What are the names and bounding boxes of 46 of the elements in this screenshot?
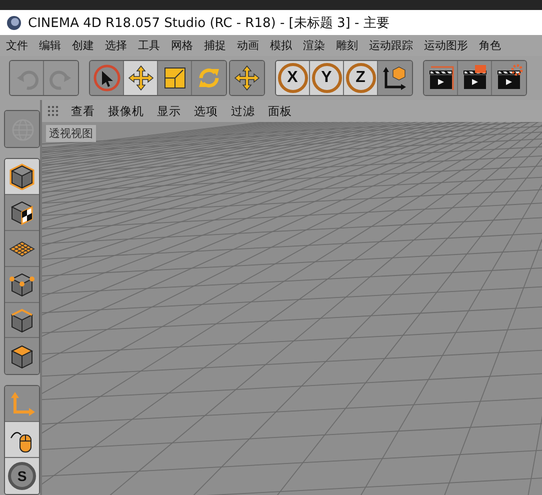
clapperboard-icon <box>426 64 454 92</box>
menu-item[interactable]: 网格 <box>171 38 193 53</box>
menu-item[interactable]: 选项 <box>194 104 218 118</box>
tool-button[interactable] <box>5 194 39 231</box>
menu-item[interactable]: 动画 <box>237 38 259 53</box>
view-label: 透视视图 <box>46 125 96 142</box>
menu-item[interactable]: 编辑 <box>39 38 61 53</box>
menu-item[interactable]: 运动图形 <box>424 38 468 53</box>
tool-button[interactable] <box>90 61 124 95</box>
menu-item[interactable]: 模拟 <box>270 38 292 53</box>
tool-button[interactable] <box>5 338 39 374</box>
menu-item[interactable]: 捕捉 <box>204 38 226 53</box>
menu-item[interactable]: 显示 <box>157 104 181 118</box>
window-title: CINEMA 4D R18.057 Studio (RC - R18) - [未标题 3] - 主要 <box>28 14 390 32</box>
tool-button[interactable] <box>5 266 39 303</box>
snap-button[interactable]: S <box>5 458 39 494</box>
menu-item[interactable]: 雕刻 <box>336 38 358 53</box>
menu-item[interactable]: 运动跟踪 <box>369 38 413 53</box>
menu-item[interactable]: 查看 <box>71 104 95 118</box>
clapperboard-gear-icon <box>495 64 523 92</box>
axes-icon <box>8 390 36 418</box>
menu-item[interactable]: 过滤 <box>231 104 255 118</box>
menu-item[interactable]: 角色 <box>479 38 501 53</box>
viewport[interactable]: 透视视图 <box>42 122 542 495</box>
axis-lock-button[interactable]: X <box>276 61 310 95</box>
axis-lock-button[interactable]: Z <box>344 61 378 95</box>
menu-item[interactable]: 面板 <box>268 104 292 118</box>
tool-button[interactable] <box>5 302 39 338</box>
menu-item[interactable]: 创建 <box>72 38 94 53</box>
menu-item[interactable]: 选择 <box>105 38 127 53</box>
menu-item[interactable]: 工具 <box>138 38 160 53</box>
tool-button[interactable] <box>5 230 39 267</box>
grip-icon <box>48 106 58 116</box>
clapperboard-icon <box>460 64 488 92</box>
tool-button[interactable] <box>124 61 158 95</box>
cube-icon <box>8 162 36 190</box>
app-logo-icon <box>6 14 22 30</box>
cursor-icon <box>92 64 120 92</box>
tool-button[interactable] <box>5 422 39 458</box>
menu-item[interactable]: 摄像机 <box>108 104 144 118</box>
tool-button[interactable] <box>5 158 39 195</box>
tool-button[interactable] <box>424 61 458 95</box>
axis-lock-button[interactable]: Y <box>310 61 344 95</box>
menu-item[interactable]: 渲染 <box>303 38 325 53</box>
move-icon <box>126 64 154 92</box>
menu-item[interactable]: 文件 <box>6 38 28 53</box>
